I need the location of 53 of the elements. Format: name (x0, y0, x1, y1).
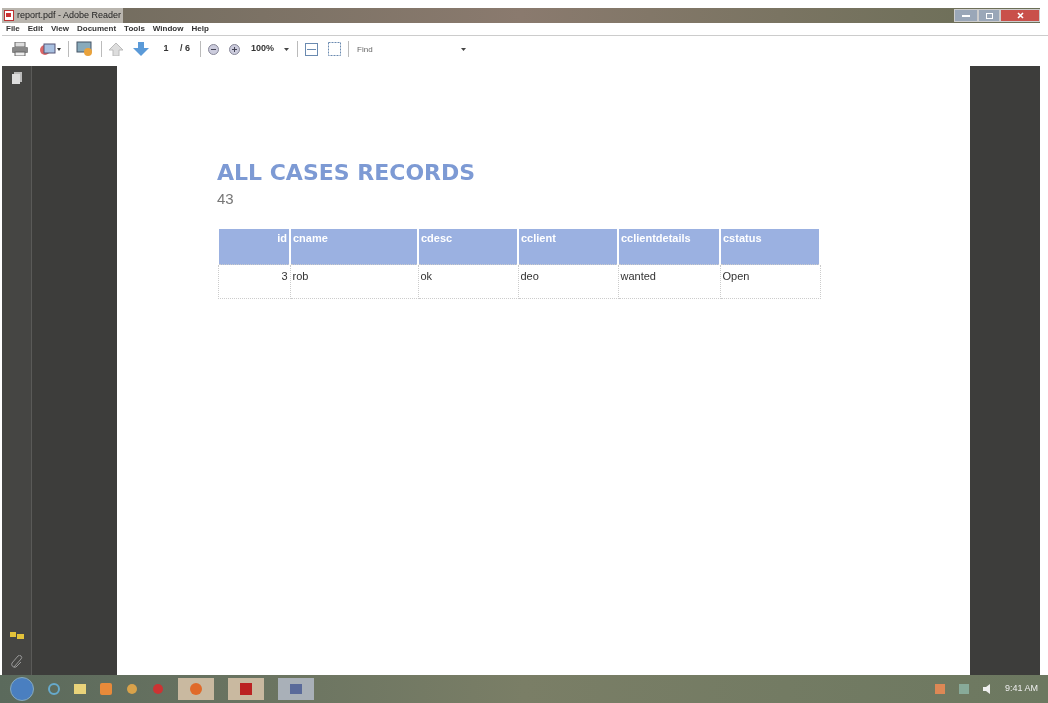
close-icon (1016, 12, 1024, 19)
caret-icon (284, 47, 290, 51)
pdf-icon (4, 10, 14, 21)
network-icon (958, 684, 969, 694)
start-button[interactable] (10, 677, 34, 701)
window-title: report.pdf - Adobe Reader (17, 8, 122, 22)
speaker-icon (982, 684, 991, 694)
page-number-field[interactable]: 1 (156, 42, 176, 56)
table-cell: wanted (618, 264, 720, 299)
paperclip-icon (10, 655, 23, 669)
column-header: cname (290, 228, 418, 265)
column-header: cdesc (418, 228, 518, 265)
table-cell: ok (418, 264, 518, 299)
column-header: cstatus (720, 228, 820, 265)
up-arrow-icon (109, 42, 123, 56)
comment-icon (9, 632, 24, 641)
fit-width-icon (305, 42, 319, 56)
menu-item[interactable]: Document (77, 25, 117, 33)
pages-icon (11, 72, 22, 84)
fit-page-icon (328, 42, 342, 56)
table-cell: deo (518, 264, 618, 299)
report-title: ALL CASES RECORDS (217, 162, 476, 184)
column-header: cclient (518, 228, 618, 265)
menu-item[interactable]: Tools (124, 25, 145, 33)
minus-circle-icon (208, 43, 219, 55)
close-button[interactable] (1000, 9, 1040, 22)
taskbar-app-button[interactable] (178, 678, 214, 700)
menu-item[interactable]: Help (191, 25, 209, 33)
table-cell: 3 (218, 264, 290, 299)
zoom-dropdown[interactable]: 100% (247, 42, 294, 56)
page-total: / 6 (180, 42, 190, 56)
table-cell: rob (290, 264, 418, 299)
menu-item[interactable]: Window (152, 25, 184, 33)
table-cell: Open (720, 264, 820, 299)
taskbar-clock: 9:41 AM (1004, 682, 1038, 696)
menu-item[interactable]: File (6, 25, 20, 33)
printer-icon (11, 42, 29, 56)
record-count: 43 (217, 189, 234, 209)
down-arrow-icon (133, 42, 149, 56)
minimize-button[interactable] (954, 9, 978, 22)
maximize-button[interactable] (978, 9, 1000, 22)
column-header: id (218, 228, 290, 265)
find-field[interactable]: Find (353, 40, 458, 58)
column-header: cclientdetails (618, 228, 720, 265)
caret-icon (461, 47, 467, 51)
browser-icon[interactable] (48, 683, 60, 695)
menu-item[interactable]: View (50, 25, 69, 33)
flag-icon (934, 684, 945, 694)
taskbar-app-button[interactable] (228, 678, 264, 700)
media-icon[interactable] (100, 683, 112, 695)
taskbar-app-button[interactable] (278, 678, 314, 700)
menu-item[interactable]: Edit (27, 25, 43, 33)
plus-circle-icon (229, 43, 240, 55)
